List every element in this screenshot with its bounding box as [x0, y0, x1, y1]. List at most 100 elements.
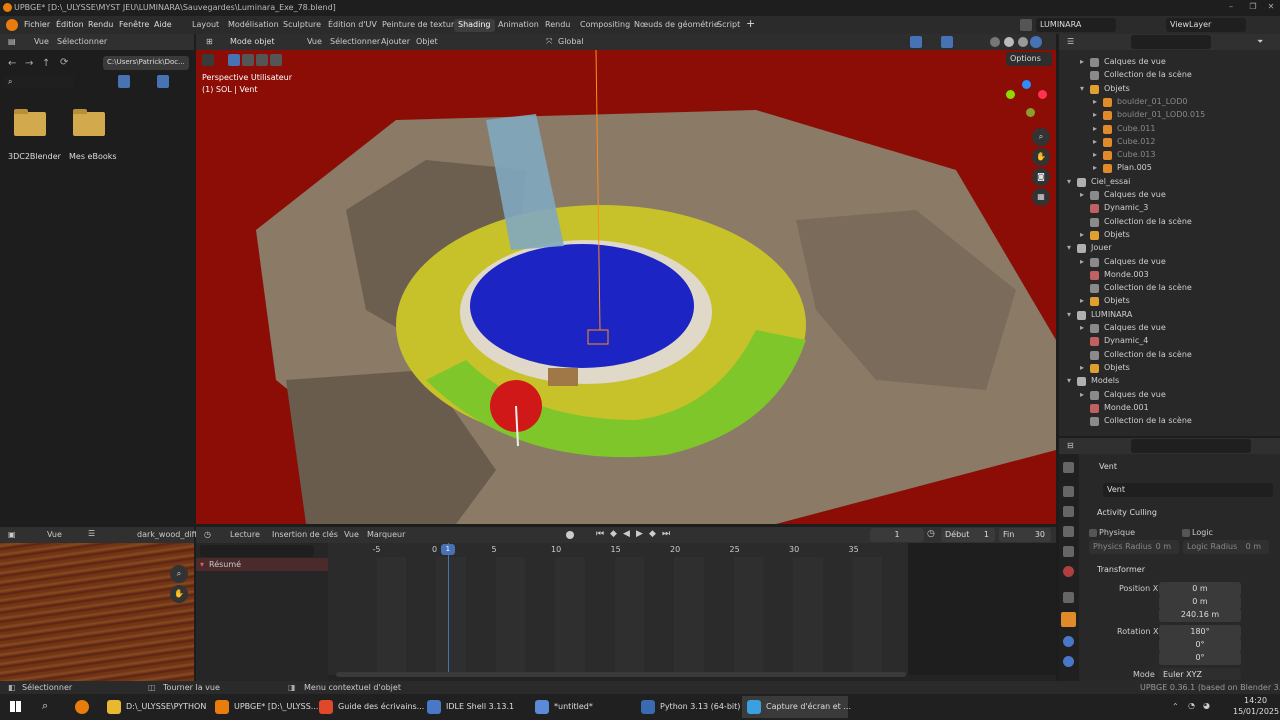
editor-type-icon[interactable]: ⊞ — [206, 37, 213, 46]
disclosure-triangle-icon[interactable]: ▸ — [1093, 124, 1097, 133]
transform-orientation-icon[interactable]: ⤧ — [546, 37, 552, 47]
disclosure-triangle-icon[interactable]: ▸ — [1080, 296, 1084, 305]
folder-label-3dc2blender[interactable]: 3DC2Blender — [8, 152, 61, 161]
disclosure-triangle-icon[interactable]: ▸ — [1080, 323, 1084, 332]
outliner-row[interactable]: ▾ Objets — [1059, 83, 1280, 96]
vp-menu-vue[interactable]: Vue — [307, 37, 322, 46]
outliner-search-input[interactable] — [1131, 35, 1211, 49]
app-pinned-icon[interactable] — [75, 700, 89, 714]
viewport-render[interactable] — [196, 49, 1056, 524]
view-layer-field[interactable]: ViewLayer — [1166, 18, 1246, 32]
outliner-row[interactable]: Collection de la scène — [1059, 282, 1280, 295]
fb-search-input[interactable] — [4, 75, 74, 89]
disclosure-triangle-icon[interactable]: ▸ — [1080, 230, 1084, 239]
pan-hand-icon[interactable]: ✋ — [1032, 148, 1050, 166]
outliner-row[interactable]: ▸ Objets — [1059, 295, 1280, 308]
outliner-row[interactable]: ▸ Calques de vue — [1059, 56, 1280, 69]
filter-icon[interactable] — [157, 75, 169, 88]
outliner-row[interactable]: Monde.003 — [1059, 269, 1280, 282]
outliner-editor-icon[interactable]: ☰ — [1067, 37, 1074, 46]
parent-dir-icon[interactable]: ↑ — [42, 58, 50, 69]
tl-menu-vue[interactable]: Vue — [344, 530, 359, 539]
play-reverse-icon[interactable]: ◀ — [623, 529, 630, 539]
rotation-x-field[interactable]: 180° — [1159, 625, 1241, 639]
fb-menu-selectionner[interactable]: Sélectionner — [57, 37, 107, 46]
outliner-row[interactable]: Collection de la scène — [1059, 349, 1280, 362]
outliner-row[interactable]: ▸ Calques de vue — [1059, 256, 1280, 269]
summary-triangle-icon[interactable]: ▾ — [200, 560, 204, 569]
tool-tab-icon[interactable] — [1063, 462, 1074, 473]
disclosure-triangle-icon[interactable]: ▸ — [1080, 257, 1084, 266]
close-icon[interactable]: ✕ — [1260, 2, 1280, 11]
rotation-y-field[interactable]: 0° — [1159, 638, 1241, 652]
folder-icon[interactable]: ▤ — [8, 37, 16, 46]
camera-icon[interactable]: ◙ — [1032, 168, 1050, 186]
refresh-icon[interactable]: ⟳ — [60, 57, 68, 68]
grid-view-icon[interactable]: ▦ — [1032, 188, 1050, 206]
disclosure-triangle-icon[interactable]: ▸ — [1093, 163, 1097, 172]
filter-icon[interactable]: ⏷ — [1257, 37, 1263, 47]
tab-edition-uv[interactable]: Édition d'UV — [324, 19, 381, 32]
outliner-row[interactable]: ▸ boulder_01_LOD0.015 — [1059, 109, 1280, 122]
volume-icon[interactable]: ◕ — [1203, 701, 1210, 710]
blender-logo-icon[interactable] — [6, 19, 18, 31]
playhead-frame-label[interactable]: 1 — [440, 544, 455, 555]
taskbar-app-button[interactable]: D:\_ULYSSE\PYTHON — [102, 696, 206, 718]
outliner-row[interactable]: ▸ Cube.011 — [1059, 123, 1280, 136]
outliner-row[interactable]: Collection de la scène — [1059, 216, 1280, 229]
timeline-scrollbar[interactable] — [336, 672, 906, 677]
pan-hand-icon[interactable]: ✋ — [170, 585, 188, 603]
current-frame-field[interactable]: 1 — [870, 528, 924, 542]
tab-animation[interactable]: Animation — [494, 19, 543, 32]
add-workspace-icon[interactable]: + — [746, 17, 755, 30]
rendered-shading-icon[interactable] — [1030, 36, 1042, 48]
taskbar-app-button[interactable]: Capture d'écran et ... — [742, 696, 851, 718]
end-frame-field[interactable]: Fin 30 — [999, 528, 1051, 542]
disclosure-triangle-icon[interactable]: ▾ — [1067, 310, 1071, 319]
logic-checkbox[interactable] — [1182, 529, 1190, 537]
zoom-icon[interactable]: ⌕ — [170, 565, 188, 583]
output-tab-icon[interactable] — [1063, 506, 1074, 517]
tab-script[interactable]: Script — [713, 19, 744, 32]
clock-time[interactable]: 14:20 — [1244, 696, 1267, 705]
folder-label-mes-ebooks[interactable]: Mes eBooks — [69, 152, 117, 161]
solid-shading-icon[interactable] — [1004, 37, 1014, 47]
timeline-ruler[interactable]: -5 0 5 10 15 20 25 30 35 — [328, 543, 908, 557]
outliner-row[interactable]: ▸ boulder_01_LOD0 — [1059, 96, 1280, 109]
position-y-field[interactable]: 0 m — [1159, 595, 1241, 609]
windows-start-icon[interactable] — [10, 701, 21, 712]
wood-texture-image[interactable] — [0, 543, 194, 682]
disclosure-triangle-icon[interactable]: ▾ — [1080, 84, 1084, 93]
tab-layout[interactable]: Layout — [188, 19, 223, 32]
scene-tab-icon[interactable] — [1063, 546, 1074, 557]
tab-rendu[interactable]: Rendu — [541, 19, 574, 32]
thumbnail-view-icon[interactable] — [118, 75, 130, 88]
fb-menu-vue[interactable]: Vue — [34, 37, 49, 46]
tab-sculpture[interactable]: Sculpture — [279, 19, 325, 32]
tool-select-icons[interactable] — [202, 54, 282, 66]
taskbar-app-button[interactable]: IDLE Shell 3.13.1 — [422, 696, 526, 718]
image-menu-vue[interactable]: Vue — [47, 530, 62, 539]
orientation-select[interactable]: Global — [558, 37, 584, 46]
start-frame-field[interactable]: Début 1 — [941, 528, 995, 542]
timeline-frames-area[interactable]: -5 0 5 10 15 20 25 30 35 1 — [328, 543, 908, 675]
position-z-field[interactable]: 240.16 m — [1159, 608, 1241, 622]
activity-culling-header[interactable]: Activity Culling — [1097, 508, 1157, 517]
y-axis-icon[interactable] — [1006, 90, 1015, 99]
record-icon[interactable] — [566, 531, 574, 539]
gizmo-toggle-icon[interactable] — [910, 36, 922, 48]
image-editor-icon[interactable]: ▣ — [8, 530, 16, 539]
tab-modelisation[interactable]: Modélisation — [224, 19, 283, 32]
rotation-z-field[interactable]: 0° — [1159, 651, 1241, 665]
menu-fichier[interactable]: Fichier — [24, 20, 50, 29]
menu-rendu[interactable]: Rendu — [88, 20, 113, 29]
properties-search-input[interactable] — [1131, 439, 1251, 453]
timeline-search-input[interactable] — [200, 545, 314, 557]
tray-chevron-icon[interactable]: ⌃ — [1172, 702, 1179, 711]
outliner-row[interactable]: Collection de la scène — [1059, 415, 1280, 428]
outliner-row[interactable]: ▸ Calques de vue — [1059, 322, 1280, 335]
outliner-row[interactable]: Collection de la scène — [1059, 69, 1280, 82]
menu-icon[interactable]: ☰ — [88, 529, 95, 538]
clock-date[interactable]: 15/01/2025 — [1233, 707, 1279, 716]
z-axis-icon[interactable] — [1022, 80, 1031, 89]
